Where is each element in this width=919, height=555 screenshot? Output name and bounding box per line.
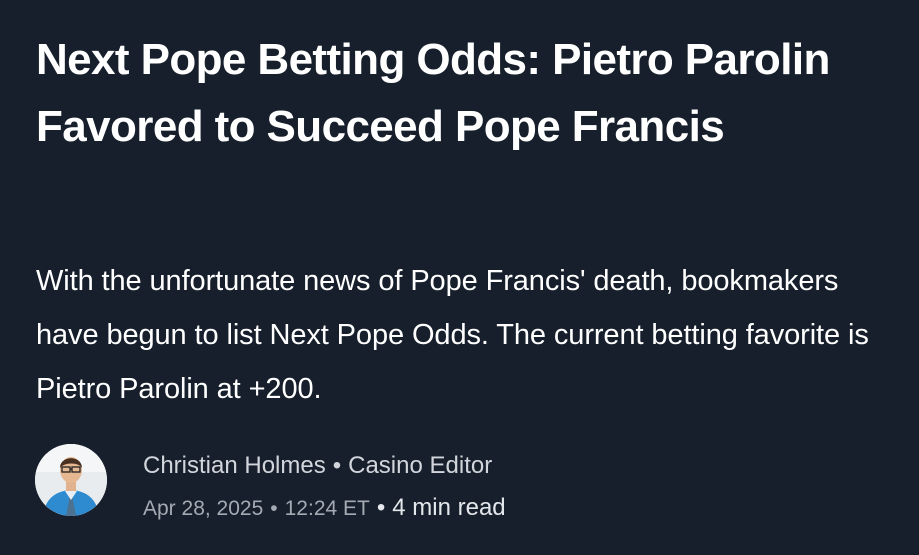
publish-date: Apr 28, 2025 [143, 497, 264, 520]
author-role: Casino Editor [348, 452, 493, 479]
article-summary: With the unfortunate news of Pope Franci… [36, 265, 869, 405]
author-name[interactable]: Christian Holmes [143, 452, 326, 479]
author-avatar[interactable] [35, 444, 107, 516]
read-time: 4 min read [392, 494, 506, 521]
publish-meta: Apr 28, 2025 • 12:24 ET • 4 min read [143, 493, 506, 526]
article-title: Next Pope Betting Odds: Pietro Parolin F… [36, 35, 830, 151]
date-time-separator: • [270, 497, 278, 520]
author-byline: Christian Holmes • Casino Editor Apr 28, 2… [35, 444, 895, 524]
author-line: Christian Holmes • Casino Editor [143, 451, 492, 481]
article-header: Next Pope Betting Odds: Pietro Parolin F… [0, 0, 919, 555]
author-photo-icon [35, 444, 107, 516]
byline-separator: • [332, 452, 342, 479]
publish-time: 12:24 ET [284, 497, 370, 520]
time-read-separator: • [376, 494, 386, 521]
